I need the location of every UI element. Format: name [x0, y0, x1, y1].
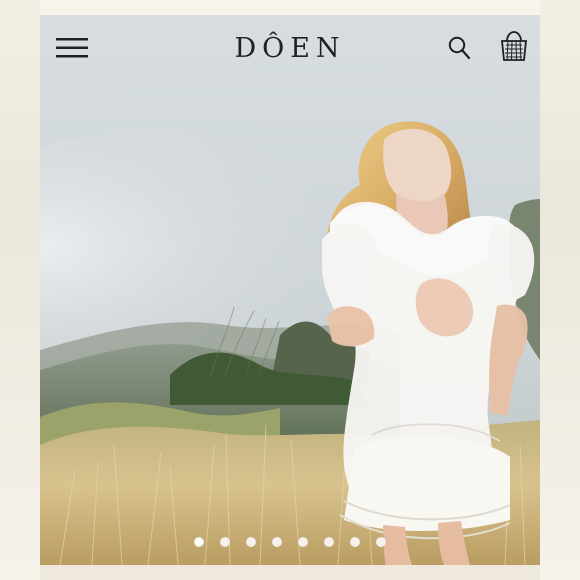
- cart-button[interactable]: [495, 29, 533, 65]
- top-border: [40, 0, 540, 15]
- carousel-dot[interactable]: [246, 537, 256, 547]
- carousel-dot[interactable]: [350, 537, 360, 547]
- screenshot-frame: DÔEN: [0, 0, 580, 580]
- left-border: [0, 0, 40, 580]
- carousel-dot[interactable]: [324, 537, 334, 547]
- brand-logo[interactable]: DÔEN: [190, 34, 390, 64]
- search-button[interactable]: [445, 33, 473, 63]
- right-border: [540, 0, 580, 580]
- search-icon: [448, 36, 471, 60]
- shopping-basket-icon: [501, 31, 527, 61]
- model-in-white-dress-photo: [40, 15, 540, 565]
- carousel-dot[interactable]: [272, 537, 282, 547]
- carousel-dot[interactable]: [220, 537, 230, 547]
- carousel-dot[interactable]: [298, 537, 308, 547]
- hamburger-menu-icon: [56, 38, 88, 58]
- mobile-product-page: DÔEN: [40, 15, 540, 565]
- bottom-border: [40, 565, 540, 580]
- carousel-dot[interactable]: [194, 537, 204, 547]
- carousel-dot[interactable]: [376, 537, 386, 547]
- hero-image: [40, 15, 540, 565]
- menu-button[interactable]: [54, 34, 90, 62]
- carousel-pagination: [40, 537, 540, 551]
- site-header: DÔEN: [40, 15, 540, 85]
